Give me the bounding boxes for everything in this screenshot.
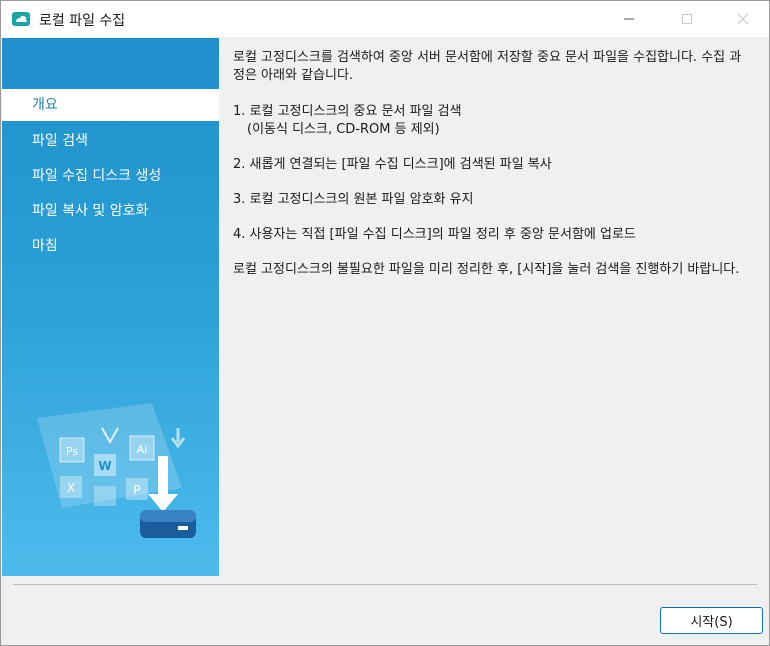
ps-badge: Ps bbox=[66, 445, 78, 458]
close-button[interactable] bbox=[719, 1, 767, 37]
excel-badge: X bbox=[67, 481, 75, 495]
step-1-note: (이동식 디스크, CD-ROM 등 제외) bbox=[247, 122, 440, 137]
outro-text: 로컬 고정디스크의 불필요한 파일을 미리 정리한 후, [시작]을 눌러 검색… bbox=[233, 262, 740, 277]
step-4: 4. 사용자는 직접 [파일 수집 디스크]의 파일 정리 후 중앙 문서함에 … bbox=[233, 227, 636, 242]
intro-text: 로컬 고정디스크를 검색하여 중앙 서버 문서함에 저장할 중요 문서 파일을 … bbox=[233, 50, 742, 83]
window-title: 로컬 파일 수집 bbox=[39, 13, 126, 29]
footer-divider bbox=[13, 584, 757, 585]
sidebar-item-overview[interactable]: 개요 bbox=[2, 89, 219, 121]
start-button[interactable]: 시작(S) bbox=[660, 607, 763, 634]
word-badge: W bbox=[98, 459, 111, 473]
sidebar-item-file-search[interactable]: 파일 검색 bbox=[2, 125, 219, 157]
sidebar-item-finish[interactable]: 마침 bbox=[2, 230, 219, 262]
maximize-button[interactable] bbox=[663, 1, 711, 37]
wizard-sidebar: 개요 파일 검색 파일 수집 디스크 생성 파일 복사 및 암호화 마침 Ps … bbox=[2, 38, 219, 576]
ppt-badge: P bbox=[133, 483, 140, 497]
maximize-icon bbox=[682, 14, 692, 24]
close-icon bbox=[737, 13, 749, 25]
step-1: 1. 로컬 고정디스크의 중요 문서 파일 검색 bbox=[233, 104, 462, 119]
file-collection-illustration: Ps Ai W X P bbox=[37, 403, 196, 538]
title-bar[interactable]: 로컬 파일 수집 bbox=[1, 1, 769, 37]
cloud-app-icon bbox=[12, 12, 30, 26]
sidebar-item-create-disk[interactable]: 파일 수집 디스크 생성 bbox=[2, 160, 219, 192]
minimize-icon bbox=[624, 18, 634, 20]
ai-badge: Ai bbox=[137, 443, 148, 456]
wizard-window: 로컬 파일 수집 개요 파일 검색 파일 수집 디스크 생성 파일 복사 및 암… bbox=[0, 0, 770, 646]
sidebar-item-copy-encrypt[interactable]: 파일 복사 및 암호화 bbox=[2, 195, 219, 227]
step-3: 3. 로컬 고정디스크의 원본 파일 암호화 유지 bbox=[233, 192, 474, 207]
minimize-button[interactable] bbox=[605, 1, 653, 37]
step-2: 2. 새롭게 연결되는 [파일 수집 디스크]에 검색된 파일 복사 bbox=[233, 157, 552, 172]
